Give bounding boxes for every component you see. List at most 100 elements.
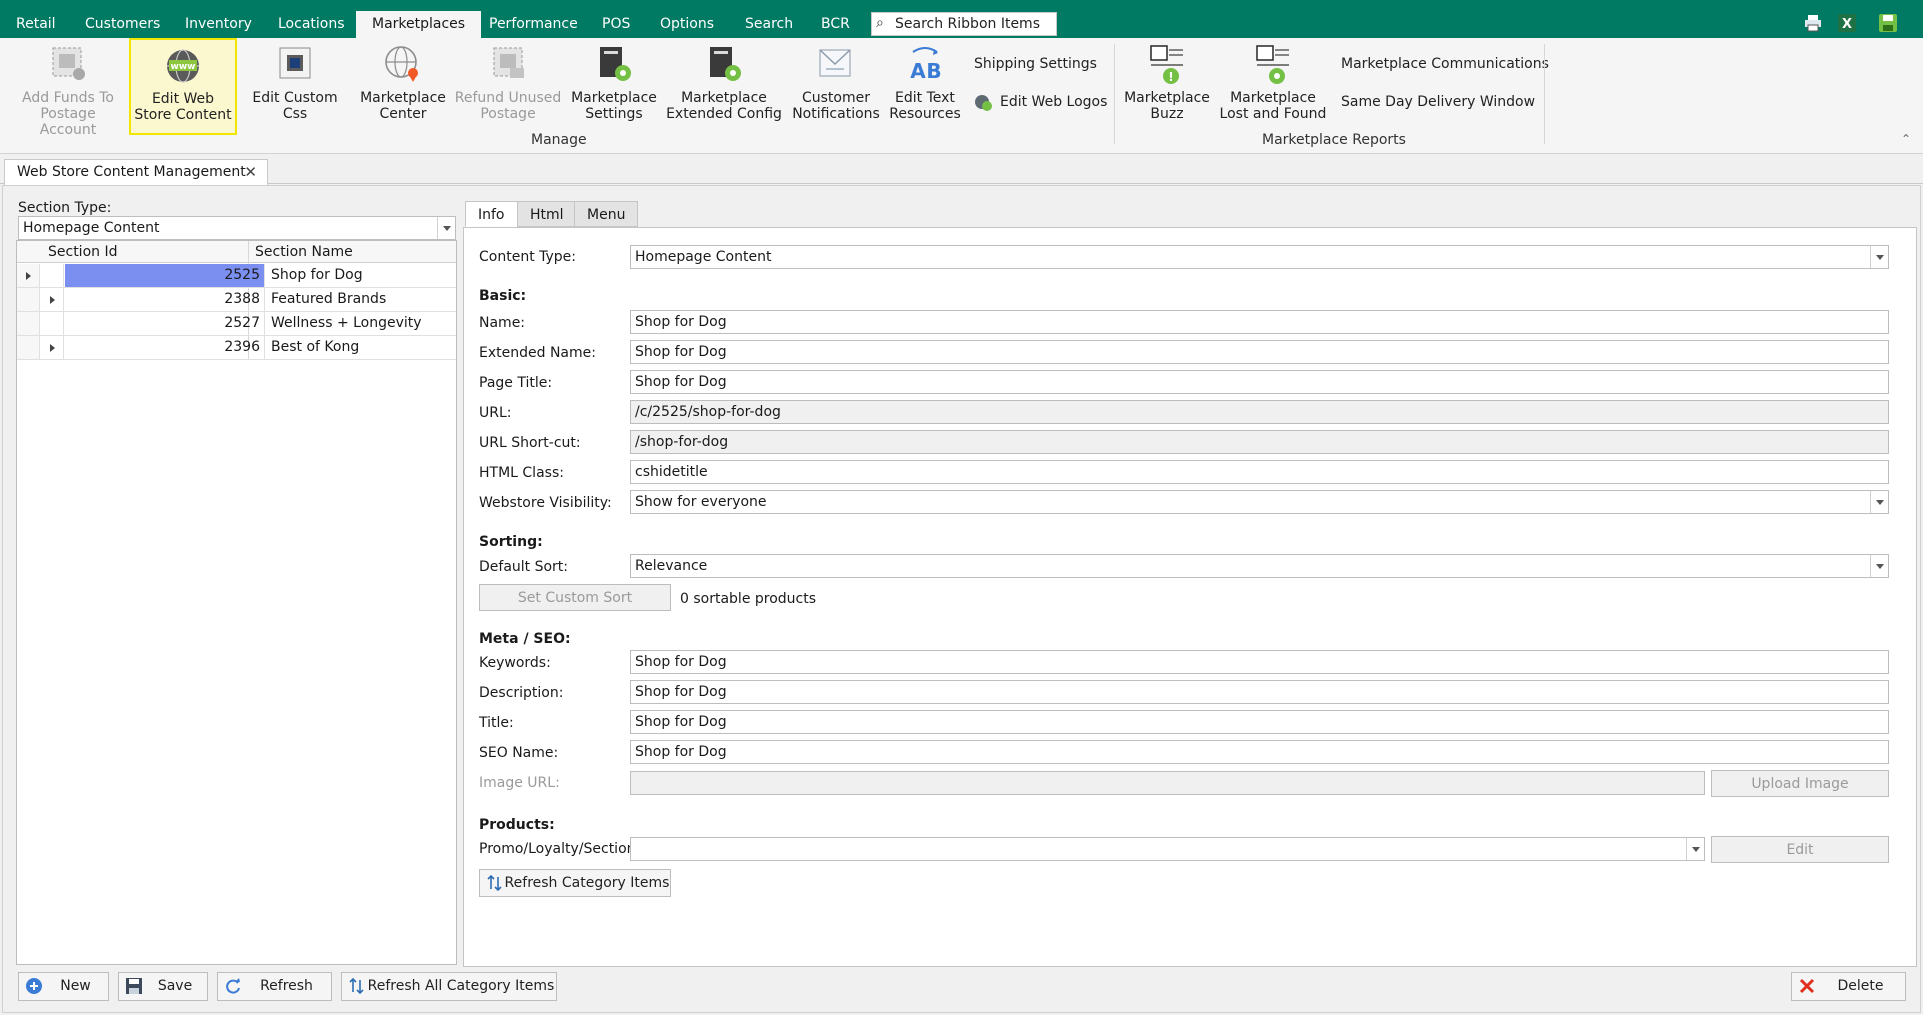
content-type-label: Content Type: (479, 249, 577, 265)
chevron-down-icon[interactable] (437, 217, 455, 239)
expand-arrow-icon[interactable] (50, 344, 55, 352)
save-disk-icon (126, 978, 142, 994)
chevron-down-icon[interactable] (1870, 555, 1888, 577)
edit-web-logos-button[interactable]: Edit Web Logos (1000, 94, 1107, 110)
tab-pos[interactable]: POS (602, 16, 630, 32)
seo-name-field[interactable]: Shop for Dog (630, 740, 1889, 764)
chevron-down-icon[interactable] (1870, 246, 1888, 268)
marketplace-lost-found-button[interactable]: Marketplace Lost and Found (1218, 38, 1328, 134)
same-day-delivery-window-button[interactable]: Same Day Delivery Window (1341, 94, 1535, 110)
notifications-icon (819, 49, 851, 77)
refund-unused-postage-button[interactable]: Refund Unused Postage (452, 38, 564, 134)
page-title-label: Page Title: (479, 375, 553, 391)
www-globe-icon: www (167, 49, 199, 83)
chevron-down-icon[interactable] (1686, 838, 1704, 860)
shipping-settings-button[interactable]: Shipping Settings (974, 56, 1097, 72)
grid-header: Section Id Section Name (17, 241, 456, 263)
tab-bcr[interactable]: BCR (821, 16, 850, 32)
url-shortcut-label: URL Short-cut: (479, 435, 581, 451)
table-row[interactable]: 2525 Shop for Dog (17, 264, 456, 288)
tab-inventory[interactable]: Inventory (185, 16, 252, 32)
tab-info[interactable]: Info (465, 201, 518, 227)
webstore-visibility-select[interactable]: Show for everyone (630, 490, 1889, 514)
sorting-section-heading: Sorting: (479, 534, 543, 550)
edit-promo-button[interactable]: Edit (1711, 836, 1889, 863)
default-sort-select[interactable]: Relevance (630, 554, 1889, 578)
save-button[interactable]: Save (118, 972, 208, 1001)
table-row[interactable]: 2388 Featured Brands (17, 288, 456, 312)
refresh-all-category-items-button[interactable]: Refresh All Category Items (341, 972, 557, 1001)
marketplace-buzz-button[interactable]: ! Marketplace Buzz (1122, 38, 1212, 134)
image-url-field[interactable] (630, 771, 1705, 795)
url-field[interactable]: /c/2525/shop-for-dog (630, 400, 1889, 424)
tab-locations[interactable]: Locations (278, 16, 345, 32)
marketplace-center-button[interactable]: Marketplace Center (356, 38, 450, 134)
section-type-select[interactable]: Homepage Content (18, 216, 456, 240)
tab-options[interactable]: Options (660, 16, 714, 32)
page-title-field[interactable]: Shop for Dog (630, 370, 1889, 394)
marketplace-communications-button[interactable]: Marketplace Communications (1341, 56, 1549, 72)
description-field[interactable]: Shop for Dog (630, 680, 1889, 704)
column-header-section-name[interactable]: Section Name (255, 244, 353, 260)
chevron-down-icon[interactable] (1870, 491, 1888, 513)
expand-arrow-icon[interactable] (50, 296, 55, 304)
url-shortcut-field[interactable]: /shop-for-dog (630, 430, 1889, 454)
tab-menu[interactable]: Menu (574, 201, 639, 227)
settings-gear-icon (600, 47, 631, 81)
edit-web-store-content-button[interactable]: www Edit Web Store Content (129, 38, 237, 135)
edit-custom-css-button[interactable]: Edit Custom Css (240, 38, 350, 134)
basic-section-heading: Basic: (479, 288, 527, 304)
delete-x-icon (1799, 978, 1815, 994)
ribbon-panel: Add Funds To Postage Account www Edit Web… (0, 38, 1923, 154)
name-field[interactable]: Shop for Dog (630, 310, 1889, 334)
document-tab[interactable]: Web Store Content Management ✕ (4, 159, 268, 185)
buzz-report-icon: ! (1150, 45, 1183, 84)
close-icon[interactable]: ✕ (244, 163, 257, 181)
table-row[interactable]: 2396 Best of Kong (17, 336, 456, 360)
sort-arrows-icon (487, 874, 502, 892)
excel-icon[interactable]: X (1838, 14, 1856, 32)
svg-text:B: B (926, 59, 941, 83)
table-row[interactable]: 2527 Wellness + Longevity (17, 312, 456, 336)
svg-text:X: X (1842, 17, 1852, 32)
keywords-field[interactable]: Shop for Dog (630, 650, 1889, 674)
customer-notifications-button[interactable]: Customer Notifications (786, 38, 886, 134)
ribbon-tab-bar: Retail Customers Inventory Locations Mar… (0, 0, 1923, 38)
refresh-button[interactable]: Refresh (217, 972, 332, 1001)
title-field[interactable]: Shop for Dog (630, 710, 1889, 734)
tab-performance[interactable]: Performance (489, 16, 578, 32)
printer-icon[interactable] (1804, 14, 1822, 32)
set-custom-sort-button[interactable]: Set Custom Sort (479, 584, 671, 611)
collapse-ribbon-icon[interactable]: ⌃ (1901, 132, 1911, 146)
tab-html[interactable]: Html (517, 201, 577, 227)
promo-loyalty-section-select[interactable] (630, 837, 1705, 861)
tab-customers[interactable]: Customers (85, 16, 160, 32)
tab-retail[interactable]: Retail (16, 16, 56, 32)
group-separator (1544, 44, 1545, 144)
extended-name-field[interactable]: Shop for Dog (630, 340, 1889, 364)
refresh-category-items-button[interactable]: Refresh Category Items (479, 869, 671, 897)
tab-search[interactable]: Search (745, 16, 793, 32)
document-tab-title: Web Store Content Management (17, 164, 246, 180)
add-funds-postage-button[interactable]: Add Funds To Postage Account (10, 38, 126, 138)
postage-refund-icon (493, 47, 524, 78)
row-indicator-icon (26, 272, 31, 280)
marketplace-settings-button[interactable]: Marketplace Settings (566, 38, 662, 134)
new-button[interactable]: New (18, 972, 109, 1001)
content-type-select[interactable]: Homepage Content (630, 245, 1889, 269)
section-grid: Section Id Section Name 2525 Shop for Do… (16, 240, 457, 965)
save-disk-icon[interactable] (1879, 14, 1897, 32)
svg-text:!: ! (1168, 70, 1173, 84)
postage-funds-icon (52, 47, 85, 80)
tab-marketplaces[interactable]: Marketplaces (356, 11, 482, 38)
upload-image-button[interactable]: Upload Image (1711, 770, 1889, 797)
section-type-label: Section Type: (18, 200, 112, 216)
delete-button[interactable]: Delete (1791, 972, 1906, 1001)
edit-text-resources-button[interactable]: A B Edit Text Resources (888, 38, 962, 134)
text-ab-icon: A B (910, 47, 942, 83)
webstore-visibility-label: Webstore Visibility: (479, 495, 612, 511)
search-ribbon-input[interactable]: ⌕ Search Ribbon Items (871, 12, 1057, 36)
marketplace-extended-config-button[interactable]: Marketplace Extended Config (664, 38, 784, 134)
html-class-field[interactable]: cshidetitle (630, 460, 1889, 484)
column-header-section-id[interactable]: Section Id (48, 244, 117, 260)
